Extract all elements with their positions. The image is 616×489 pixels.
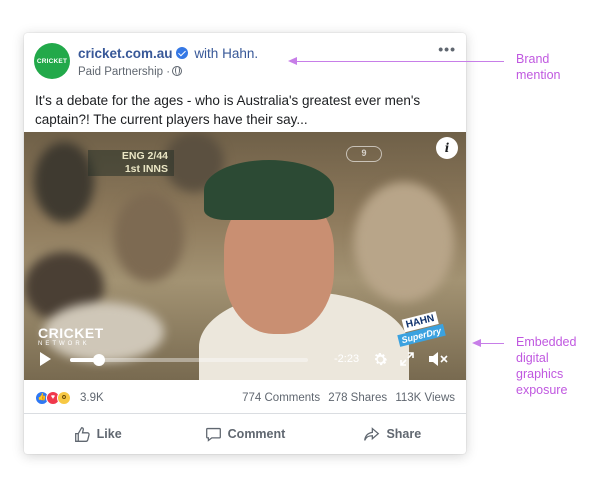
thumbs-up-icon	[74, 426, 90, 442]
fullscreen-icon[interactable]	[400, 352, 414, 366]
cricket-network-watermark: CRICKET	[38, 325, 104, 341]
play-icon[interactable]	[40, 352, 51, 366]
reaction-count[interactable]: 3.9K	[80, 392, 104, 404]
reaction-icons[interactable]: 👍 ♥ o	[35, 391, 85, 405]
partner-link[interactable]: with Hahn.	[194, 46, 258, 61]
share-button-label: Share	[386, 427, 422, 441]
embedded-graphics-annotation: Embedded digital graphics exposure	[516, 334, 576, 398]
post-caption: It's a debate for the ages - who is Aust…	[35, 93, 421, 127]
comment-button-label: Comment	[227, 427, 286, 441]
channel-logo: 9	[346, 146, 382, 162]
globe-icon	[172, 66, 183, 76]
baggy-green-cap	[204, 160, 334, 220]
video-progress-bar[interactable]	[70, 354, 308, 366]
brand-mention-arrow-line	[296, 61, 504, 62]
more-options-icon[interactable]: •••	[438, 41, 456, 57]
score-runs: ENG 2/44	[121, 150, 168, 162]
video-progress-thumb[interactable]	[92, 354, 105, 366]
share-arrow-icon	[364, 426, 380, 441]
embedded-graphics-arrow-line	[480, 343, 504, 344]
avatar-logo-text: CRICKET	[36, 57, 68, 65]
embedded-line-2: digital	[516, 351, 549, 365]
page-name-link[interactable]: cricket.com.au	[78, 46, 173, 61]
volume-muted-icon[interactable]	[428, 351, 448, 367]
like-button[interactable]: Like	[24, 414, 171, 454]
score-overlay: ENG 2/44 1st INNS	[94, 150, 168, 176]
paid-partnership-label[interactable]: Paid Partnership ·	[78, 66, 170, 78]
time-remaining: -2:23	[334, 353, 360, 365]
wow-reaction-icon: o	[57, 391, 71, 405]
views-count: 113K Views	[395, 392, 455, 404]
settings-gear-icon[interactable]	[372, 351, 389, 368]
engagement-stats: 👍 ♥ o 3.9K 774 Comments 278 Shares 113K …	[24, 380, 466, 414]
like-button-label: Like	[96, 427, 122, 441]
page-avatar[interactable]: CRICKET	[34, 43, 70, 79]
score-innings: 1st INNS	[124, 163, 168, 175]
post-actions: Like Comment Share	[24, 414, 466, 454]
engagement-counts: 774 Comments 278 Shares 113K Views	[237, 392, 455, 404]
comments-count[interactable]: 774 Comments	[242, 392, 320, 404]
info-icon[interactable]: i	[436, 137, 458, 159]
brand-mention-annotation: Brand mention	[516, 51, 560, 83]
post-subtitle: Paid Partnership ·	[78, 66, 183, 78]
verified-badge-icon	[175, 47, 188, 59]
cricket-network-subtitle: NETWORK	[38, 341, 90, 347]
video-player[interactable]: ENG 2/44 1st INNS 9 i CRICKET NETWORK HA…	[24, 132, 466, 380]
embedded-line-3: graphics	[516, 367, 564, 381]
comment-button[interactable]: Comment	[171, 414, 318, 454]
embedded-line-1: Embedded	[516, 335, 577, 349]
embedded-line-4: exposure	[516, 383, 568, 397]
brand-mention-line-2: mention	[516, 68, 561, 82]
share-button[interactable]: Share	[319, 414, 466, 454]
comment-bubble-icon	[205, 427, 221, 442]
brand-mention-line-1: Brand	[516, 52, 550, 66]
shares-count[interactable]: 278 Shares	[328, 392, 387, 404]
sponsored-post-card: CRICKET cricket.com.au with Hahn. Paid P…	[24, 33, 466, 454]
page-name-row: cricket.com.au with Hahn.	[78, 46, 258, 61]
